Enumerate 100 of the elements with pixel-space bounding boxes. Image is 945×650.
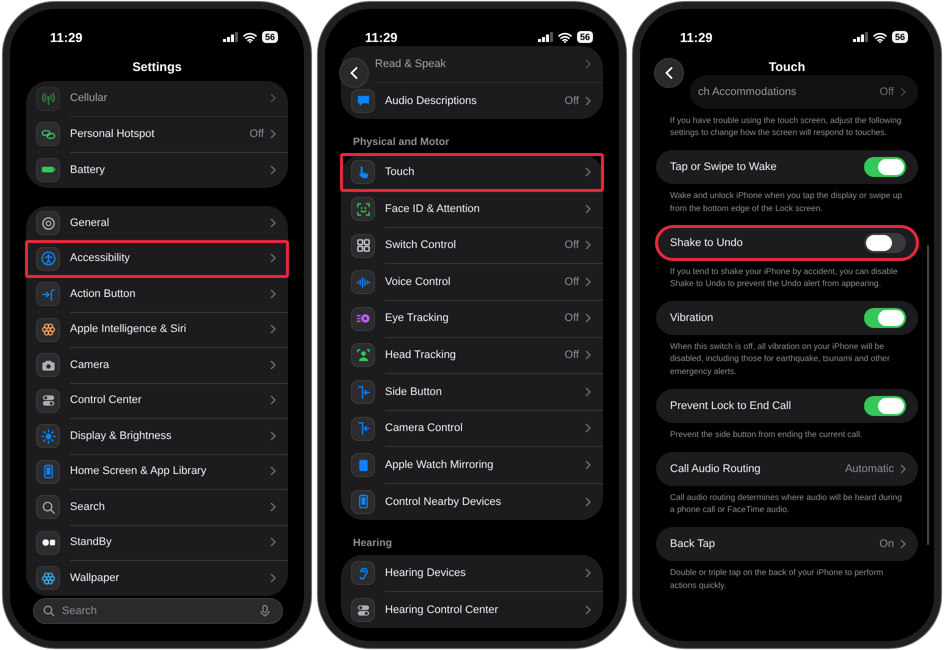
chevron-icon xyxy=(270,573,276,584)
battery-indicator: 56 xyxy=(262,31,278,43)
settings-row[interactable]: StandBy xyxy=(26,525,288,560)
screen-title: Touch xyxy=(768,60,806,74)
waveform-icon xyxy=(351,270,375,294)
chevron-icon xyxy=(585,460,591,470)
chevron-icon xyxy=(585,58,591,69)
speech-bubble-icon xyxy=(351,88,375,113)
setting-description: Double or triple tap on the back of your iPhone to perform actions quickly. xyxy=(669,566,884,592)
person-icon xyxy=(351,343,375,368)
settings-row[interactable]: Display & Brightness xyxy=(26,418,288,454)
settings-row[interactable]: Voice Control Off xyxy=(341,264,603,301)
row-value: Off xyxy=(880,86,894,98)
side-button-icon xyxy=(351,380,375,404)
settings-row[interactable]: Wallpaper xyxy=(26,560,288,596)
setting-description: Call audio routing determines where audio will be heard during a phone call or FaceTime audio. xyxy=(669,491,903,516)
settings-row[interactable]: Action Button xyxy=(26,276,288,312)
chevron-icon xyxy=(270,360,276,370)
toggle-switch[interactable] xyxy=(864,308,906,328)
row-value: Automatic xyxy=(845,463,894,476)
microphone-icon[interactable] xyxy=(259,605,271,617)
settings-row[interactable]: General xyxy=(26,206,288,241)
row-label: Control Center xyxy=(70,394,143,406)
row-label: Accessibility xyxy=(70,252,131,264)
settings-row[interactable]: Audio Descriptions Off xyxy=(341,82,603,120)
settings-card[interactable]: ch Accommodations Off xyxy=(690,75,918,109)
settings-row[interactable]: Control Center xyxy=(26,383,288,418)
settings-row[interactable]: Apple Intelligence & Siri xyxy=(26,312,288,348)
settings-row[interactable]: Touch xyxy=(341,154,603,191)
settings-row[interactable]: Cellular xyxy=(26,81,288,116)
settings-card[interactable]: Prevent Lock to End Call xyxy=(656,388,918,423)
settings-row[interactable]: Accessibility xyxy=(26,241,288,276)
settings-row[interactable]: Side Button xyxy=(341,374,603,410)
row-label: Vibration xyxy=(670,312,714,324)
search-icon xyxy=(43,605,55,617)
toggle-switch[interactable] xyxy=(864,232,906,253)
row-label: Eye Tracking xyxy=(385,312,450,324)
row-label: Hearing Control Center xyxy=(385,604,500,616)
row-value: On xyxy=(879,538,894,550)
toggle-switch[interactable] xyxy=(864,396,906,416)
watch-icon xyxy=(351,453,375,478)
chevron-icon xyxy=(270,128,276,139)
chevron-icon xyxy=(270,324,276,334)
settings-card[interactable]: Tap or Swipe to Wake xyxy=(656,150,918,184)
chevron-icon xyxy=(900,87,906,97)
settings-card[interactable]: Vibration xyxy=(656,301,918,336)
gear-icon xyxy=(36,211,60,236)
row-label: General xyxy=(70,216,110,229)
row-value: Off xyxy=(564,94,579,107)
camera-icon xyxy=(36,353,60,378)
settings-card[interactable]: Call Audio Routing Automatic xyxy=(656,452,918,486)
wifi-icon xyxy=(872,32,887,42)
eye-icon xyxy=(351,306,375,331)
back-icon xyxy=(350,67,358,79)
settings-row[interactable]: Battery xyxy=(26,152,288,188)
chevron-icon xyxy=(270,253,276,264)
search-field[interactable]: Search xyxy=(33,598,283,624)
row-label: Tap or Swipe to Wake xyxy=(670,161,778,174)
settings-row[interactable]: Hearing Devices xyxy=(341,555,603,592)
settings-card[interactable]: Back Tap On xyxy=(656,527,918,562)
flower-icon xyxy=(36,566,60,590)
settings-card[interactable]: Shake to Undo xyxy=(656,226,918,260)
chevron-icon xyxy=(270,218,276,228)
row-label: Search xyxy=(70,500,106,513)
settings-row[interactable]: Read & Speak xyxy=(375,46,603,83)
row-value: Off xyxy=(564,348,579,361)
standby-icon xyxy=(36,530,60,555)
settings-row[interactable]: Head Tracking Off xyxy=(341,337,603,374)
settings-row[interactable]: Camera Control xyxy=(341,410,603,447)
link-icon xyxy=(36,122,60,146)
toggle-icon xyxy=(351,598,375,622)
back-button[interactable] xyxy=(654,58,684,88)
row-label: StandBy xyxy=(70,536,113,548)
row-value: Off xyxy=(564,276,579,288)
chevron-icon xyxy=(585,605,591,616)
row-label: Display & Brightness xyxy=(70,430,172,442)
settings-row[interactable]: Eye Tracking Off xyxy=(341,300,603,338)
row-label: Voice Control xyxy=(385,276,452,288)
row-label: Camera xyxy=(70,358,110,371)
settings-row[interactable]: Personal Hotspot Off xyxy=(26,116,288,152)
status-time: 11:29 xyxy=(365,30,399,44)
settings-row[interactable]: Control Nearby Devices xyxy=(341,484,603,520)
status-time: 11:29 xyxy=(680,30,714,44)
chevron-icon xyxy=(270,93,276,104)
chevron-icon xyxy=(585,496,591,507)
settings-row[interactable]: Face ID & Attention xyxy=(341,190,603,228)
settings-row[interactable]: Camera xyxy=(26,348,288,383)
row-value: Off xyxy=(564,239,579,252)
ear-icon xyxy=(351,561,375,586)
row-label: Wallpaper xyxy=(70,572,120,584)
settings-row[interactable]: Search xyxy=(26,490,288,525)
row-label: Apple Watch Mirroring xyxy=(385,458,494,471)
settings-row[interactable]: Hearing Control Center xyxy=(341,592,603,628)
chevron-icon xyxy=(585,386,591,397)
settings-row[interactable]: Switch Control Off xyxy=(341,227,603,264)
signal-icon xyxy=(538,32,553,42)
settings-row[interactable]: Home Screen & App Library xyxy=(26,454,288,490)
toggle-switch[interactable] xyxy=(864,157,906,178)
row-value: Off xyxy=(250,128,264,140)
settings-row[interactable]: Apple Watch Mirroring xyxy=(341,446,603,484)
